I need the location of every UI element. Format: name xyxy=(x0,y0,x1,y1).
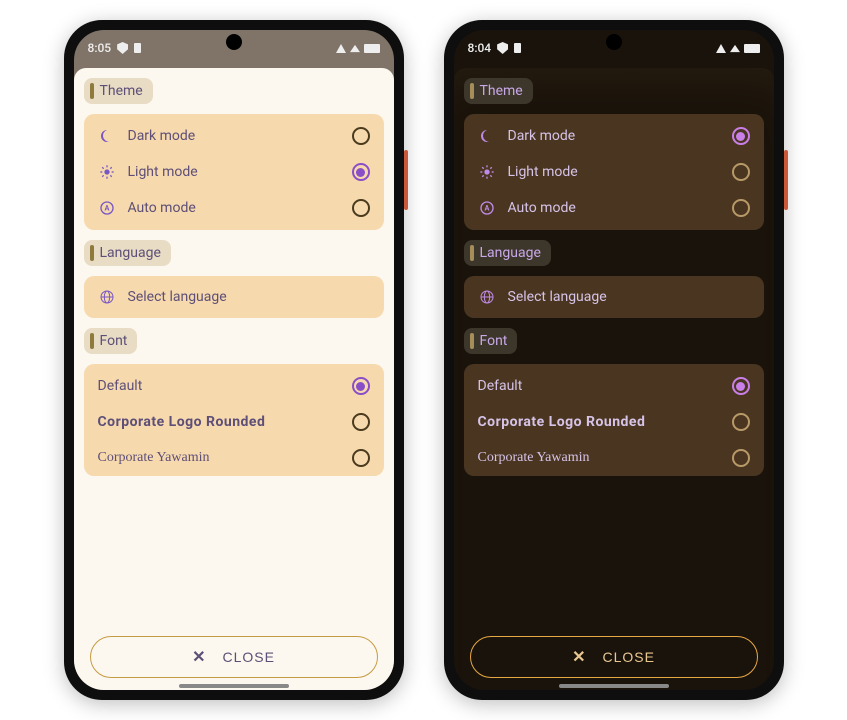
phone-light: 8:05 Theme Dark mode xyxy=(64,20,404,700)
radio-selected[interactable] xyxy=(352,377,370,395)
option-label: Select language xyxy=(128,289,370,305)
option-label: Corporate Yawamin xyxy=(98,450,340,466)
option-label: Corporate Logo Rounded xyxy=(98,414,340,430)
section-title: Language xyxy=(480,245,541,261)
section-header-theme: Theme xyxy=(84,78,153,104)
font-option-default[interactable]: Default xyxy=(92,368,376,404)
radio-selected[interactable] xyxy=(352,163,370,181)
radio[interactable] xyxy=(352,449,370,467)
option-label: Auto mode xyxy=(508,200,720,216)
moon-icon xyxy=(478,128,496,144)
screen: 8:04 Theme Dark mode xyxy=(454,30,774,690)
svg-text:A: A xyxy=(104,204,109,213)
language-card: Select language xyxy=(464,276,764,318)
home-indicator xyxy=(179,684,289,688)
font-option-default[interactable]: Default xyxy=(472,368,756,404)
sun-icon xyxy=(478,164,496,180)
radio[interactable] xyxy=(352,413,370,431)
close-button[interactable]: ✕ CLOSE xyxy=(90,636,378,678)
option-label: Dark mode xyxy=(508,128,720,144)
auto-icon: A xyxy=(98,200,116,216)
phone-dark: 8:04 Theme Dark mode xyxy=(444,20,784,700)
close-row: ✕ CLOSE xyxy=(84,626,384,690)
battery-icon xyxy=(744,44,760,53)
notif-icon xyxy=(134,43,141,53)
battery-icon xyxy=(364,44,380,53)
radio[interactable] xyxy=(732,163,750,181)
font-option-corporate-rounded[interactable]: Corporate Logo Rounded xyxy=(92,404,376,440)
section-title: Theme xyxy=(480,83,523,99)
globe-icon xyxy=(98,289,116,305)
wifi-icon xyxy=(350,44,360,51)
section-title: Theme xyxy=(100,83,143,99)
radio-selected[interactable] xyxy=(732,377,750,395)
section-header-theme: Theme xyxy=(464,78,533,104)
close-icon: ✕ xyxy=(192,647,206,667)
shield-icon xyxy=(117,42,128,54)
close-icon: ✕ xyxy=(572,647,586,667)
option-label: Default xyxy=(478,378,720,394)
camera-notch xyxy=(226,34,242,50)
radio[interactable] xyxy=(732,449,750,467)
section-header-font: Font xyxy=(84,328,138,354)
select-language[interactable]: Select language xyxy=(472,280,756,314)
select-language[interactable]: Select language xyxy=(92,280,376,314)
shield-icon xyxy=(497,42,508,54)
section-title: Font xyxy=(480,333,508,349)
globe-icon xyxy=(478,289,496,305)
settings-sheet: Theme Dark mode Light mode A xyxy=(74,68,394,690)
theme-card: Dark mode Light mode A Auto mode xyxy=(84,114,384,230)
section-title: Font xyxy=(100,333,128,349)
section-header-font: Font xyxy=(464,328,518,354)
radio[interactable] xyxy=(352,127,370,145)
option-label: Auto mode xyxy=(128,200,340,216)
option-label: Dark mode xyxy=(128,128,340,144)
radio[interactable] xyxy=(352,199,370,217)
camera-notch xyxy=(606,34,622,50)
option-label: Corporate Yawamin xyxy=(478,450,720,466)
option-label: Light mode xyxy=(128,164,340,180)
clock: 8:05 xyxy=(88,41,112,55)
clock: 8:04 xyxy=(468,41,492,55)
language-card: Select language xyxy=(84,276,384,318)
theme-option-light[interactable]: Light mode xyxy=(92,154,376,190)
radio[interactable] xyxy=(732,413,750,431)
auto-icon: A xyxy=(478,200,496,216)
font-card: Default Corporate Logo Rounded Corporate… xyxy=(464,364,764,476)
theme-option-dark[interactable]: Dark mode xyxy=(472,118,756,154)
font-card: Default Corporate Logo Rounded Corporate… xyxy=(84,364,384,476)
font-option-corporate-yawamin[interactable]: Corporate Yawamin xyxy=(472,440,756,476)
option-label: Default xyxy=(98,378,340,394)
font-option-corporate-yawamin[interactable]: Corporate Yawamin xyxy=(92,440,376,476)
close-label: CLOSE xyxy=(222,649,274,665)
radio-selected[interactable] xyxy=(732,127,750,145)
close-label: CLOSE xyxy=(602,649,654,665)
theme-card: Dark mode Light mode A Auto mode xyxy=(464,114,764,230)
signal-icon xyxy=(336,44,346,53)
radio[interactable] xyxy=(732,199,750,217)
option-label: Select language xyxy=(508,289,750,305)
sun-icon xyxy=(98,164,116,180)
section-header-language: Language xyxy=(84,240,171,266)
wifi-icon xyxy=(730,44,740,51)
option-label: Light mode xyxy=(508,164,720,180)
section-header-language: Language xyxy=(464,240,551,266)
font-option-corporate-rounded[interactable]: Corporate Logo Rounded xyxy=(472,404,756,440)
option-label: Corporate Logo Rounded xyxy=(478,414,720,430)
screen: 8:05 Theme Dark mode xyxy=(74,30,394,690)
theme-option-dark[interactable]: Dark mode xyxy=(92,118,376,154)
home-indicator xyxy=(559,684,669,688)
signal-icon xyxy=(716,44,726,53)
theme-option-auto[interactable]: A Auto mode xyxy=(92,190,376,226)
section-title: Language xyxy=(100,245,161,261)
theme-option-light[interactable]: Light mode xyxy=(472,154,756,190)
notif-icon xyxy=(514,43,521,53)
theme-option-auto[interactable]: A Auto mode xyxy=(472,190,756,226)
close-button[interactable]: ✕ CLOSE xyxy=(470,636,758,678)
moon-icon xyxy=(98,128,116,144)
close-row: ✕ CLOSE xyxy=(464,626,764,690)
settings-sheet: Theme Dark mode Light mode A xyxy=(454,68,774,690)
svg-text:A: A xyxy=(484,204,489,213)
